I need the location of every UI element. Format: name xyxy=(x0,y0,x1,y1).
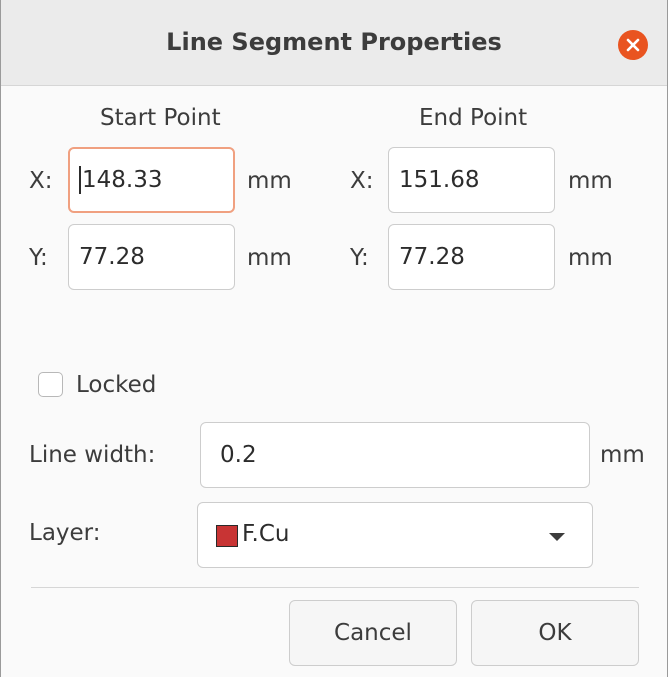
start-y-value: 77.28 xyxy=(79,244,145,270)
start-x-value: 148.33 xyxy=(82,167,163,193)
start-x-unit: mm xyxy=(247,168,292,194)
end-y-value: 77.28 xyxy=(399,244,465,270)
title-bar: Line Segment Properties xyxy=(1,0,667,86)
close-button[interactable] xyxy=(618,30,648,60)
cancel-button[interactable]: Cancel xyxy=(289,600,457,666)
layer-select[interactable]: F.Cu xyxy=(197,502,593,568)
end-x-input[interactable]: 151.68 xyxy=(388,147,555,213)
layer-selected-value: F.Cu xyxy=(242,521,290,547)
start-y-label: Y: xyxy=(29,245,48,271)
line-width-label: Line width: xyxy=(29,442,156,468)
close-icon xyxy=(626,38,640,52)
start-point-heading: Start Point xyxy=(100,105,221,131)
end-x-label: X: xyxy=(350,168,374,194)
layer-label: Layer: xyxy=(29,520,101,546)
end-x-value: 151.68 xyxy=(399,167,480,193)
separator xyxy=(31,587,639,588)
start-y-unit: mm xyxy=(247,245,292,271)
start-y-input[interactable]: 77.28 xyxy=(68,224,235,290)
locked-checkbox[interactable] xyxy=(38,372,63,397)
end-point-heading: End Point xyxy=(419,105,528,131)
start-x-input[interactable]: 148.33 xyxy=(68,147,235,213)
start-x-label: X: xyxy=(29,168,53,194)
end-y-unit: mm xyxy=(568,245,613,271)
end-y-label: Y: xyxy=(350,245,369,271)
dialog-title: Line Segment Properties xyxy=(166,28,502,56)
end-y-input[interactable]: 77.28 xyxy=(388,224,555,290)
line-width-unit: mm xyxy=(600,442,645,468)
ok-button[interactable]: OK xyxy=(471,600,639,666)
end-x-unit: mm xyxy=(568,168,613,194)
layer-color-swatch xyxy=(216,525,238,547)
chevron-down-icon xyxy=(549,533,565,541)
text-caret xyxy=(79,166,81,194)
line-width-value: 0.2 xyxy=(220,442,257,468)
locked-label[interactable]: Locked xyxy=(76,372,156,398)
line-width-input[interactable]: 0.2 xyxy=(200,422,590,488)
line-segment-properties-dialog: Line Segment Properties Start Point X: 1… xyxy=(0,0,668,677)
